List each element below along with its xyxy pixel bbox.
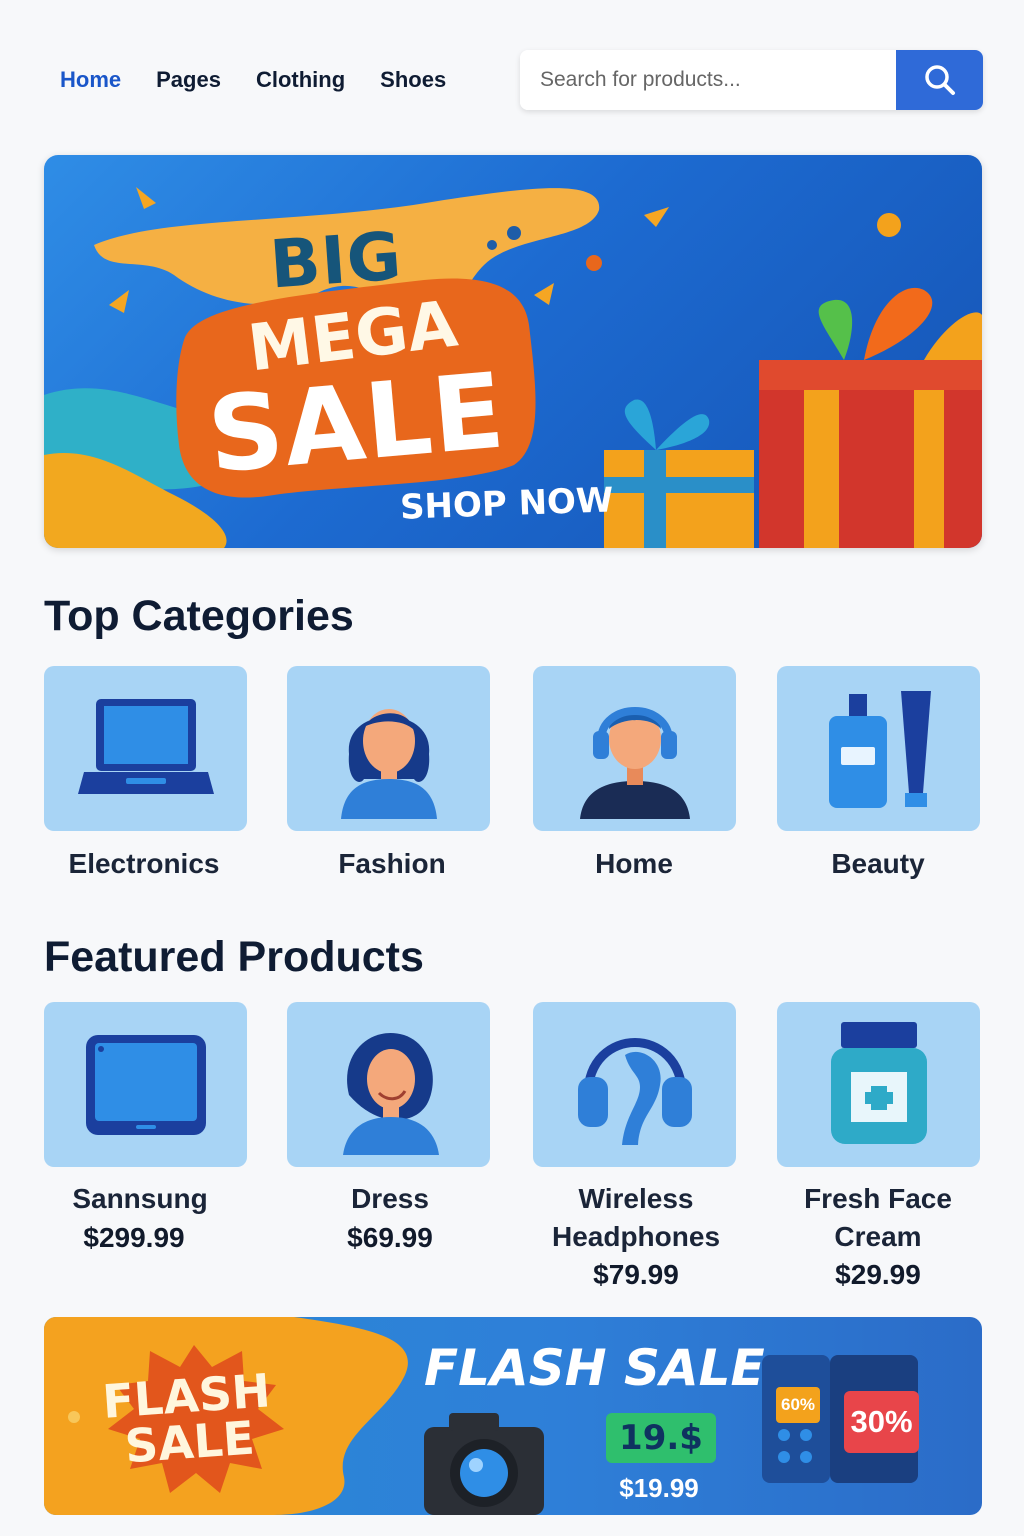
product-tile-cream[interactable] [777, 1002, 980, 1167]
product-tile-tablet[interactable] [44, 1002, 247, 1167]
flash-price: $19.99 [619, 1473, 699, 1503]
product-price: $29.99 [835, 1259, 921, 1290]
nav-link-shoes[interactable]: Shoes [380, 67, 446, 93]
woman-icon [342, 1032, 439, 1155]
woman-icon [340, 708, 437, 819]
main-nav: Home Pages Clothing Shoes [60, 50, 446, 110]
product-price: $69.99 [347, 1222, 433, 1253]
category-home-tile[interactable] [533, 666, 736, 831]
category-beauty-tile[interactable] [777, 666, 980, 831]
search-input[interactable] [520, 50, 896, 110]
featured-heading: Featured Products [44, 933, 424, 981]
product-tile-headphones[interactable] [533, 1002, 736, 1167]
category-label: Beauty [831, 848, 925, 879]
hero-word-sale: SALE [203, 349, 510, 497]
categories-heading: Top Categories [44, 592, 354, 640]
laptop-icon [77, 698, 214, 794]
category-label: Electronics [68, 848, 220, 879]
product-name: Dress [351, 1183, 429, 1214]
hero-word-big: BIG [267, 217, 405, 304]
flash-price-tag: 19.$ [606, 1413, 716, 1463]
nav-link-home[interactable]: Home [60, 67, 121, 93]
flash-sale-banner[interactable]: FLASH SALE FLASH SALE 19.$ $19.99 60% 30… [44, 1317, 982, 1515]
discount-badge-small: 60% [776, 1387, 820, 1423]
search-bar [520, 50, 983, 110]
category-electronics-tile[interactable] [44, 666, 247, 831]
category-fashion-tile[interactable] [287, 666, 490, 831]
flash-burst-label: FLASH SALE [100, 1363, 273, 1474]
product-price: $299.99 [83, 1222, 185, 1253]
hero-banner[interactable]: BIG MEGA SALE SHOP NOW [44, 155, 982, 548]
discount-badge-large: 30% [844, 1391, 919, 1453]
product-name: Sannsung [72, 1183, 208, 1214]
search-button[interactable] [896, 50, 983, 110]
product-name: Wireless Headphones [551, 1183, 721, 1252]
search-icon [924, 65, 955, 95]
product-price: $79.99 [593, 1259, 679, 1290]
cosmetics-icon [828, 690, 931, 808]
nav-link-pages[interactable]: Pages [156, 67, 221, 93]
cream-jar-icon [830, 1021, 927, 1144]
shop-now-button[interactable]: SHOP NOW [399, 480, 614, 527]
headset-person-icon [579, 706, 690, 819]
flash-sale-title: FLASH SALE [424, 1339, 765, 1397]
category-label: Home [595, 848, 673, 879]
product-name: Fresh Face Cream [804, 1183, 952, 1252]
headphones-icon [577, 1037, 692, 1145]
nav-link-clothing[interactable]: Clothing [256, 67, 345, 93]
tablet-icon [85, 1034, 206, 1135]
category-label: Fashion [338, 848, 446, 879]
product-tile-dress[interactable] [287, 1002, 490, 1167]
